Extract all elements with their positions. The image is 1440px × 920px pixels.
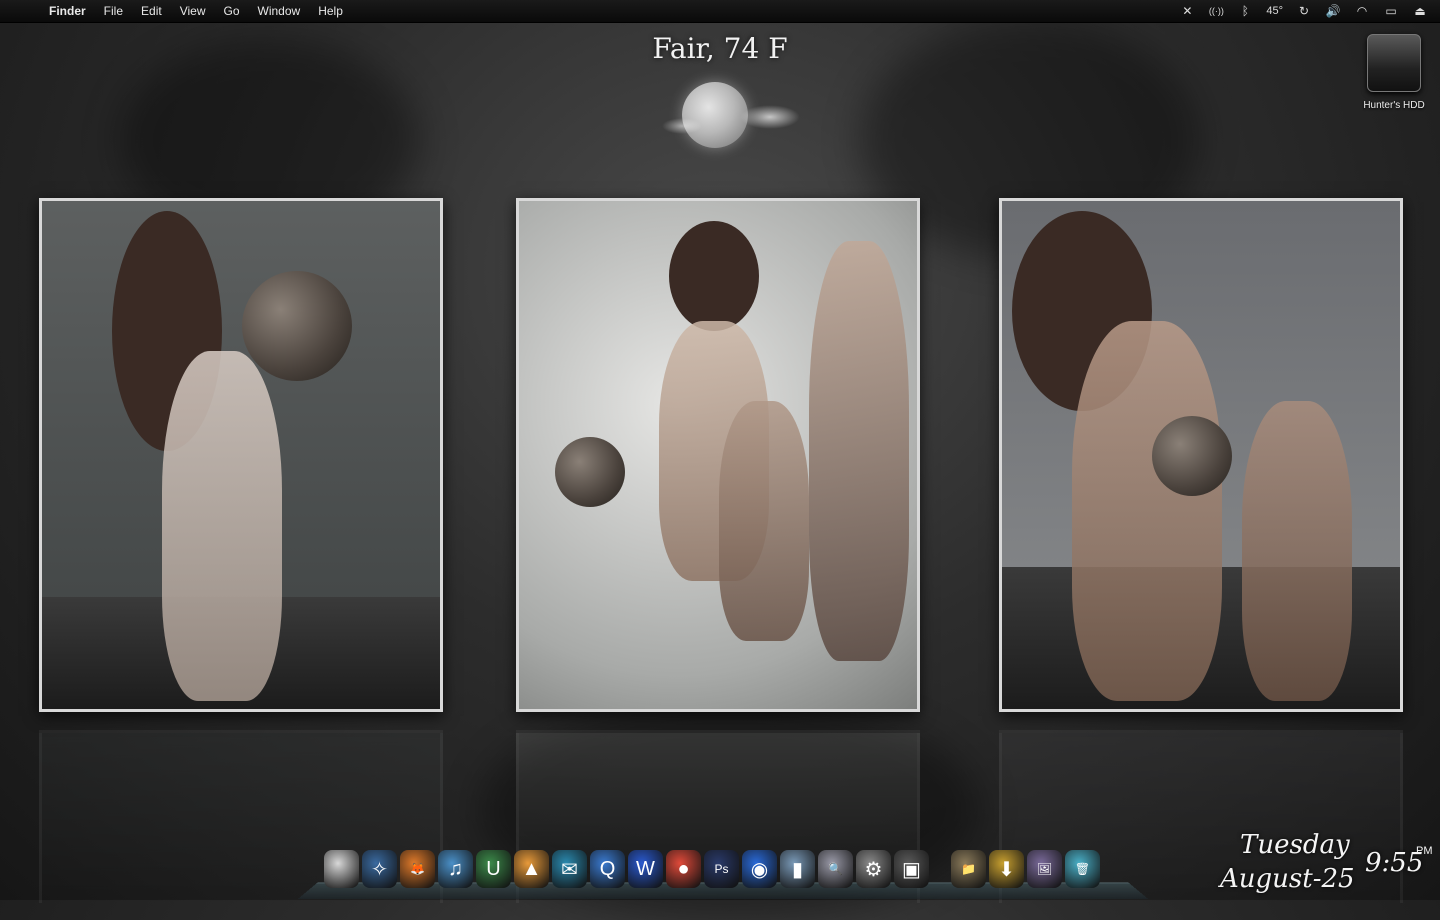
system-preferences-icon[interactable]: ⚙ — [856, 850, 891, 888]
downloads-folder-icon[interactable]: ⬇ — [989, 850, 1024, 888]
safari-icon[interactable]: ✧ — [362, 850, 397, 888]
status-menus: ✕ ((·)) ᛒ 45° ↻ 🔊 ◠ ▭ ⏏ — [1179, 0, 1428, 22]
usb-drive-icon[interactable]: ▮ — [780, 850, 815, 888]
eject-icon[interactable]: ⏏ — [1412, 4, 1428, 18]
trash-icon[interactable]: 🗑 — [1065, 850, 1100, 888]
menu-help[interactable]: Help — [309, 4, 352, 18]
preview-icon[interactable]: ▣ — [894, 850, 929, 888]
clock-ampm: PM — [1416, 845, 1433, 857]
battery-icon[interactable]: ▭ — [1383, 4, 1399, 18]
photo-soccer-right — [999, 198, 1403, 712]
photo-soccer-left — [39, 198, 443, 712]
cloud-icon — [662, 118, 702, 134]
quicktime-icon[interactable]: Q — [590, 850, 625, 888]
temperature-readout[interactable]: 45° — [1266, 5, 1283, 17]
menu-edit[interactable]: Edit — [132, 4, 171, 18]
dock-separator — [932, 850, 948, 888]
dock: ✧ 🦊 ♫ U ▲ ✉ Q W ● Ps ◉ ▮ 🔍 ⚙ ▣ 📁 ⬇ 🖼 🗑 — [297, 850, 1149, 900]
menu-window[interactable]: Window — [249, 4, 310, 18]
vlc-icon[interactable]: ▲ — [514, 850, 549, 888]
unreal-icon[interactable]: U — [476, 850, 511, 888]
dock-icons: ✧ 🦊 ♫ U ▲ ✉ Q W ● Ps ◉ ▮ 🔍 ⚙ ▣ 📁 ⬇ 🖼 🗑 — [324, 850, 1100, 888]
wordpress-icon[interactable]: W — [628, 850, 663, 888]
itunes-icon[interactable]: ♫ — [438, 850, 473, 888]
menu-bar: Finder File Edit View Go Window Help ✕ (… — [0, 0, 1440, 23]
menu-view[interactable]: View — [171, 4, 215, 18]
cloud-icon — [740, 105, 800, 129]
time-machine-icon[interactable]: ↻ — [1296, 4, 1312, 18]
finder-icon[interactable] — [324, 850, 359, 888]
menu-app-finder[interactable]: Finder — [40, 4, 95, 18]
applications-folder-icon[interactable]: 📁 — [951, 850, 986, 888]
cross-app-icon[interactable]: ✕ — [1179, 4, 1195, 18]
menu-go[interactable]: Go — [215, 4, 249, 18]
wifi-icon[interactable]: ◠ — [1354, 4, 1370, 18]
photoshop-icon[interactable]: Ps — [704, 850, 739, 888]
hard-drive-desktop-item[interactable]: Hunter's HDD — [1358, 34, 1430, 111]
mail-icon[interactable]: ✉ — [552, 850, 587, 888]
magnifier-icon[interactable]: 🔍 — [818, 850, 853, 888]
weather-text: Fair, 74 F — [652, 32, 788, 65]
bluetooth-icon[interactable]: ᛒ — [1237, 4, 1253, 18]
clock-day: Tuesday — [1240, 830, 1350, 860]
firefox-icon[interactable]: 🦊 — [400, 850, 435, 888]
antenna-icon[interactable]: ((·)) — [1208, 4, 1224, 18]
photo-soccer-center — [516, 198, 920, 712]
pictures-folder-icon[interactable]: 🖼 — [1027, 850, 1062, 888]
hard-drive-label: Hunter's HDD — [1363, 100, 1425, 111]
moon-icon — [682, 82, 748, 148]
volume-icon[interactable]: 🔊 — [1325, 4, 1341, 18]
clock-date: August-25 — [1220, 864, 1355, 894]
lollipop-icon[interactable]: ● — [666, 850, 701, 888]
clock-time: 9:55 — [1365, 848, 1424, 878]
hard-drive-icon[interactable] — [1367, 34, 1421, 92]
menu-file[interactable]: File — [95, 4, 132, 18]
globe-icon[interactable]: ◉ — [742, 850, 777, 888]
